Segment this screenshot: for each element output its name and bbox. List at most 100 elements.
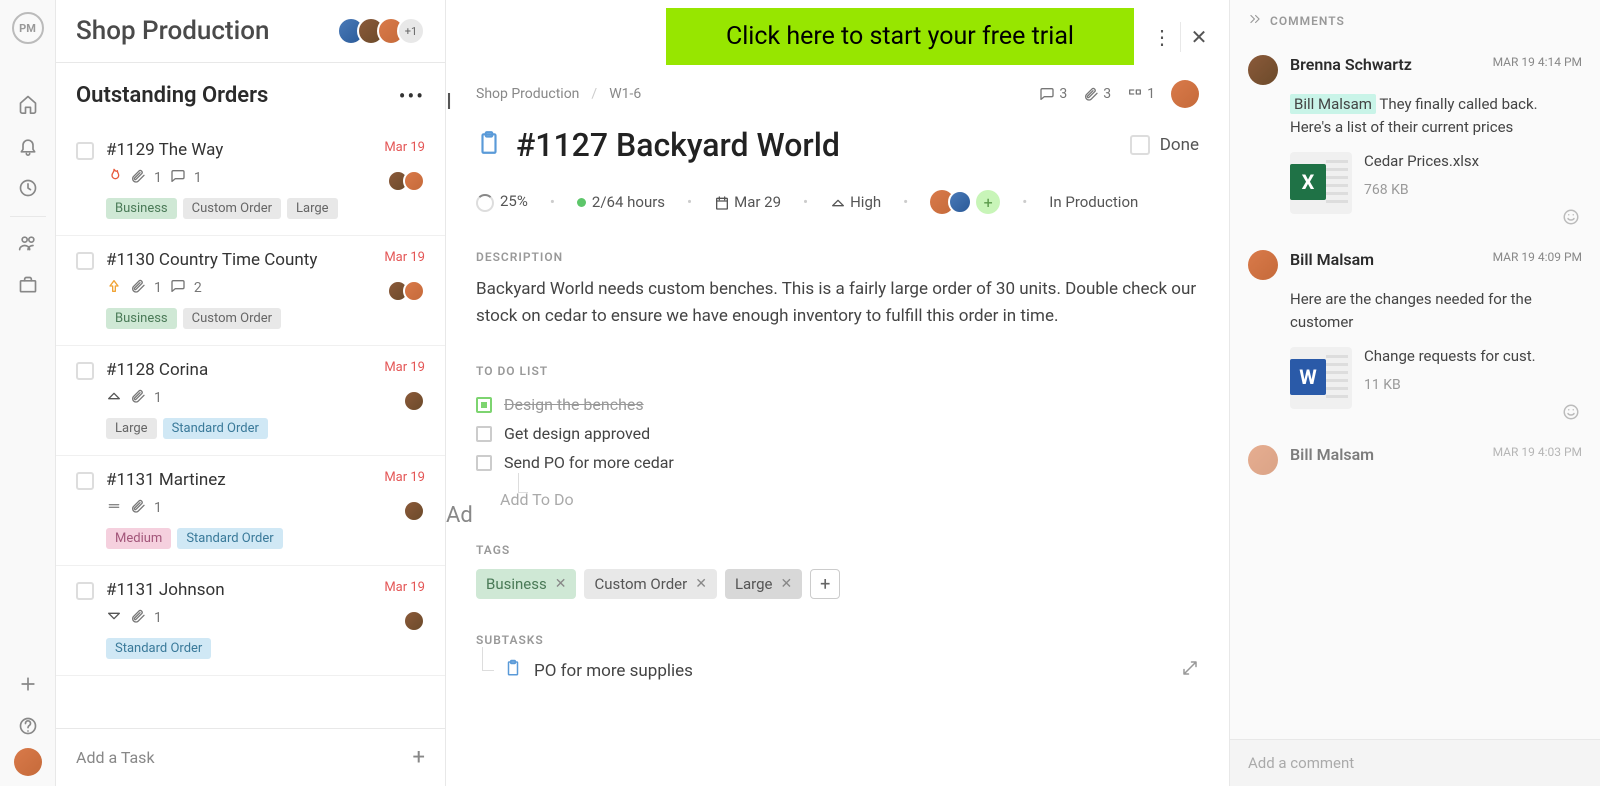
plus-icon[interactable] xyxy=(8,664,48,704)
attachment[interactable]: Change requests for cust.11 KB xyxy=(1290,347,1582,409)
remove-tag-icon[interactable]: ✕ xyxy=(781,576,793,592)
remove-tag-icon[interactable]: ✕ xyxy=(695,576,707,592)
task-checkbox[interactable] xyxy=(76,582,94,600)
clock-icon[interactable] xyxy=(8,168,48,208)
react-icon[interactable] xyxy=(1562,208,1580,230)
task-assignees[interactable] xyxy=(409,500,425,522)
task-assignees[interactable] xyxy=(393,170,425,192)
todo-item[interactable]: Send PO for more cedar xyxy=(476,448,1199,477)
word-file-icon xyxy=(1290,347,1352,409)
comment-date: MAR 19 4:14 PM xyxy=(1493,55,1582,69)
project-header: Shop Production +1 xyxy=(56,0,445,62)
task-date: Mar 19 xyxy=(384,140,425,155)
task-checkbox[interactable] xyxy=(76,472,94,490)
briefcase-icon[interactable] xyxy=(8,265,48,305)
app-logo[interactable]: PM xyxy=(12,12,44,44)
remove-tag-icon[interactable]: ✕ xyxy=(555,576,567,592)
people-icon[interactable] xyxy=(8,223,48,263)
clipboard-icon xyxy=(476,130,502,160)
add-task-plus-icon[interactable]: + xyxy=(413,745,425,770)
task-assignees[interactable] xyxy=(409,610,425,632)
subtask-count[interactable]: 1 xyxy=(1127,86,1155,102)
progress[interactable]: 25% xyxy=(476,192,528,211)
task-owner-avatar[interactable] xyxy=(1171,80,1199,108)
comment-input[interactable]: Add a comment xyxy=(1230,739,1600,786)
tag: Custom Order xyxy=(183,308,281,329)
react-icon[interactable] xyxy=(1562,403,1580,425)
task-checkbox[interactable] xyxy=(76,252,94,270)
crumb-id[interactable]: W1-6 xyxy=(609,86,641,102)
more-menu-icon[interactable]: ⋮ xyxy=(1146,16,1178,58)
list-menu-icon[interactable]: ••• xyxy=(399,84,425,108)
attachment[interactable]: Cedar Prices.xlsx768 KB xyxy=(1290,152,1582,214)
project-members[interactable]: +1 xyxy=(345,17,425,45)
task-date: Mar 19 xyxy=(384,470,425,485)
close-icon[interactable]: ✕ xyxy=(1183,16,1215,58)
priority-fire-icon xyxy=(106,168,122,188)
task-checkbox[interactable] xyxy=(76,142,94,160)
tag-pill[interactable]: Large✕ xyxy=(725,569,802,599)
tag-pill[interactable]: Business✕ xyxy=(476,569,576,599)
home-icon[interactable] xyxy=(8,84,48,124)
bell-icon[interactable] xyxy=(8,126,48,166)
collapse-icon[interactable] xyxy=(1248,12,1262,29)
expand-icon[interactable] xyxy=(1181,659,1199,682)
more-members[interactable]: +1 xyxy=(397,17,425,45)
task-card[interactable]: #1130 Country Time County 1 2 Business C… xyxy=(56,236,445,346)
tag: Business xyxy=(106,198,177,219)
status-row: 25%• 2/64 hours• Mar 29• High• +• In Pro… xyxy=(476,190,1199,214)
task-title: #1131 Martinez xyxy=(106,470,425,490)
detail-title[interactable]: #1127 Backyard World xyxy=(516,126,1116,164)
comment-avatar[interactable] xyxy=(1248,55,1278,85)
tag-pill[interactable]: Custom Order✕ xyxy=(584,569,716,599)
hours[interactable]: 2/64 hours xyxy=(577,193,665,211)
description-text[interactable]: Backyard World needs custom benches. Thi… xyxy=(476,276,1199,330)
comment-avatar[interactable] xyxy=(1248,445,1278,475)
task-card[interactable]: #1129 The Way 1 1 Business Custom Order … xyxy=(56,126,445,236)
tags-label: TAGS xyxy=(476,543,1199,557)
comments-header: COMMENTS xyxy=(1230,0,1600,41)
crumb-project[interactable]: Shop Production xyxy=(476,86,579,102)
task-card[interactable]: #1131 Johnson 1 Standard Order Mar 19 xyxy=(56,566,445,676)
comment-body: Here are the changes needed for the cust… xyxy=(1290,288,1582,333)
attachment-icon xyxy=(130,278,146,298)
priority-low-icon xyxy=(106,608,122,628)
tag: Business xyxy=(106,308,177,329)
attachment-icon xyxy=(130,388,146,408)
stage[interactable]: In Production xyxy=(1049,193,1138,211)
comment-body: Bill Malsam They finally called back. He… xyxy=(1290,93,1582,138)
comment-count[interactable]: 3 xyxy=(1039,86,1067,102)
add-todo[interactable]: Add To Do xyxy=(476,477,1199,509)
add-tag-button[interactable]: + xyxy=(810,569,840,599)
comment-icon xyxy=(170,168,186,188)
todo-item[interactable]: Design the benches xyxy=(476,390,1199,419)
task-list-column: Shop Production +1 Outstanding Orders ••… xyxy=(56,0,446,786)
tag: Large xyxy=(287,198,338,219)
priority[interactable]: High xyxy=(830,193,881,211)
task-date: Mar 19 xyxy=(384,580,425,595)
add-assignee-icon[interactable]: + xyxy=(976,190,1000,214)
task-checkbox[interactable] xyxy=(76,362,94,380)
mention[interactable]: Bill Malsam xyxy=(1290,94,1376,114)
done-toggle[interactable]: Done xyxy=(1130,135,1199,155)
task-card[interactable]: #1128 Corina 1 Large Standard Order Mar … xyxy=(56,346,445,456)
top-actions: ⋮ ✕ xyxy=(1132,8,1229,66)
attachment-count[interactable]: 3 xyxy=(1083,86,1111,102)
task-title: #1130 Country Time County xyxy=(106,250,425,270)
assignees[interactable]: + xyxy=(930,190,1000,214)
subtask-item[interactable]: PO for more supplies xyxy=(476,659,1199,682)
user-avatar[interactable] xyxy=(14,748,42,776)
task-assignees[interactable] xyxy=(409,390,425,412)
task-card[interactable]: #1131 Martinez 1 Medium Standard Order M… xyxy=(56,456,445,566)
trial-banner[interactable]: Click here to start your free trial xyxy=(666,8,1134,65)
add-task-row[interactable]: Add a Task + xyxy=(56,728,445,786)
due-date[interactable]: Mar 29 xyxy=(714,193,781,211)
add-task-label: Add a Task xyxy=(76,748,155,767)
help-icon[interactable] xyxy=(8,706,48,746)
comment-avatar[interactable] xyxy=(1248,250,1278,280)
todo-checkbox[interactable] xyxy=(476,426,492,442)
todo-item[interactable]: Get design approved xyxy=(476,419,1199,448)
todo-checkbox[interactable] xyxy=(476,397,492,413)
todo-checkbox[interactable] xyxy=(476,455,492,471)
task-assignees[interactable] xyxy=(393,280,425,302)
